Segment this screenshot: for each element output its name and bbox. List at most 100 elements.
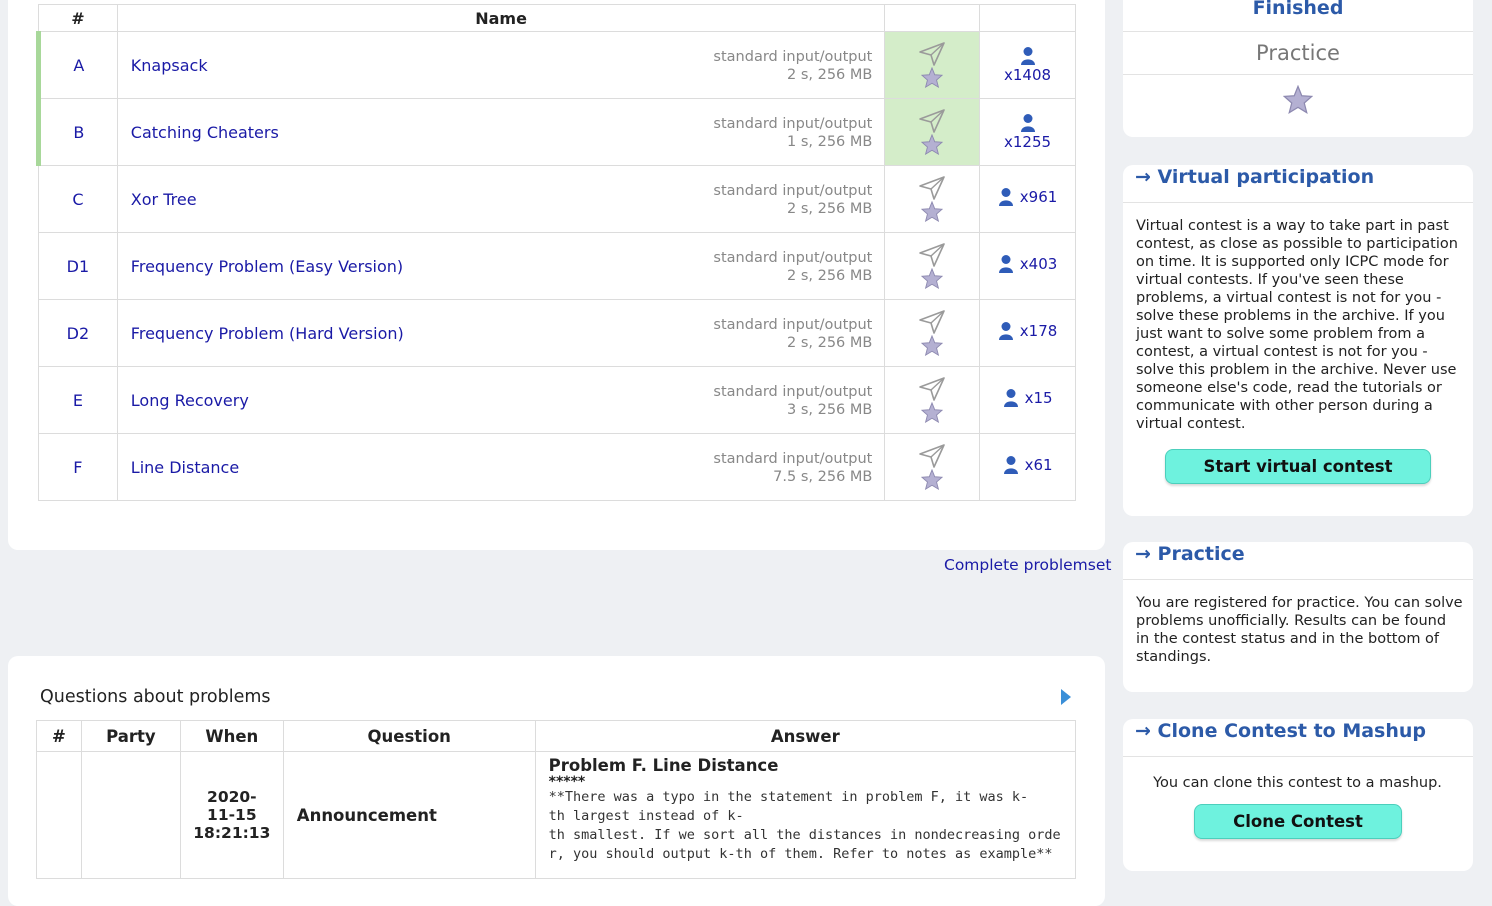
user-icon — [1020, 47, 1035, 65]
problem-id[interactable]: F — [38, 433, 118, 501]
problem-name-cell: Frequency Problem (Hard Version) standard… — [116, 299, 886, 367]
answer-stars: ***** — [548, 774, 586, 790]
paper-plane-icon[interactable] — [918, 310, 946, 334]
problem-io: standard input/output — [713, 317, 873, 333]
virtual-participation-box: → Virtual participation Virtual contest … — [1123, 165, 1473, 516]
questions-table: # Party When Question Answer 2020- 11-15… — [36, 720, 1077, 879]
virtual-participation-text: Virtual contest is a way to take part in… — [1136, 218, 1458, 432]
problem-id[interactable]: D2 — [38, 299, 118, 367]
problem-row: A Knapsack standard input/output 2 s, 256 M… — [36, 31, 1076, 99]
problem-solvers[interactable]: x1408 — [979, 31, 1076, 99]
problem-time-memory: 2 s, 256 MB — [787, 335, 873, 351]
problem-id[interactable]: D1 — [38, 232, 118, 300]
paper-plane-icon[interactable] — [918, 444, 946, 468]
paper-plane-icon[interactable] — [918, 109, 946, 133]
virtual-participation-title: → Virtual participation — [1123, 165, 1473, 203]
problem-id-link[interactable]: B — [73, 123, 84, 142]
problem-name-link[interactable]: Long Recovery — [131, 391, 249, 410]
problem-name-cell: Xor Tree standard input/output 2 s, 256 MB — [116, 165, 886, 233]
problem-time-memory: 2 s, 256 MB — [787, 201, 873, 217]
problem-actions — [884, 366, 981, 434]
triangle-right-icon[interactable] — [1060, 688, 1072, 706]
problem-name-link[interactable]: Knapsack — [131, 56, 208, 75]
problem-solvers[interactable]: x961 — [979, 165, 1076, 233]
problem-name-link[interactable]: Frequency Problem (Hard Version) — [131, 324, 404, 343]
problem-id-link[interactable]: A — [73, 56, 84, 75]
clone-contest-title: → Clone Contest to Mashup — [1123, 719, 1473, 757]
problem-io: standard input/output — [713, 116, 873, 132]
solvers-count[interactable]: x403 — [1020, 255, 1058, 273]
problem-solvers[interactable]: x1255 — [979, 98, 1076, 166]
q-col-question: Question — [282, 720, 536, 752]
solvers-count[interactable]: x61 — [1025, 456, 1053, 474]
problem-id-link[interactable]: F — [73, 458, 82, 477]
problem-id[interactable]: B — [36, 98, 118, 166]
problem-id-link[interactable]: E — [73, 391, 83, 410]
problem-name-cell: Frequency Problem (Easy Version) standard… — [116, 232, 886, 300]
problem-limits: standard input/output 3 s, 256 MB — [713, 383, 872, 419]
answer-line-2: th largest instead of k- — [548, 808, 744, 824]
paper-plane-icon[interactable] — [918, 243, 946, 267]
problem-limits: standard input/output 2 s, 256 MB — [713, 182, 872, 218]
problem-id[interactable]: C — [38, 165, 118, 233]
problem-id[interactable]: E — [38, 366, 118, 434]
problem-io: standard input/output — [713, 183, 873, 199]
problem-row: E Long Recovery standard input/output 3 s, … — [38, 366, 1076, 434]
star-icon[interactable] — [921, 334, 944, 357]
solvers-count[interactable]: x1408 — [1004, 66, 1051, 84]
problem-actions — [884, 98, 981, 166]
solvers-count[interactable]: x961 — [1020, 188, 1058, 206]
problem-actions — [884, 165, 981, 233]
problem-solvers[interactable]: x178 — [979, 299, 1076, 367]
col-name-header: Name — [116, 4, 886, 32]
status-practice: Practice — [1256, 41, 1340, 65]
problem-name-cell: Knapsack standard input/output 2 s, 256 MB — [116, 31, 886, 99]
question-text: Announcement — [282, 751, 536, 879]
q-col-num: # — [36, 720, 82, 752]
problem-time-memory: 3 s, 256 MB — [787, 402, 873, 418]
solvers-count[interactable]: x178 — [1020, 322, 1058, 340]
complete-problemset-link[interactable]: Complete problemset — [944, 556, 1111, 574]
problem-row: D2 Frequency Problem (Hard Version) standa… — [38, 299, 1076, 367]
problem-actions — [884, 433, 981, 501]
q-col-answer: Answer — [534, 720, 1077, 752]
clone-contest-button[interactable]: Clone Contest — [1194, 804, 1402, 839]
problem-name-link[interactable]: Catching Cheaters — [131, 123, 279, 142]
problem-limits: standard input/output 2 s, 256 MB — [713, 249, 872, 285]
paper-plane-icon[interactable] — [918, 42, 946, 66]
problem-name-link[interactable]: Xor Tree — [131, 190, 197, 209]
answer-line-4: r, you should output k-th of them. Refer… — [548, 846, 1053, 862]
paper-plane-icon[interactable] — [918, 377, 946, 401]
practice-box: → Practice You are registered for practi… — [1123, 542, 1473, 692]
problem-solvers[interactable]: x15 — [979, 366, 1076, 434]
problem-limits: standard input/output 1 s, 256 MB — [713, 115, 872, 151]
start-virtual-contest-button[interactable]: Start virtual contest — [1165, 449, 1431, 484]
user-icon — [1003, 389, 1018, 407]
problem-name-link[interactable]: Line Distance — [131, 458, 239, 477]
problem-solvers[interactable]: x61 — [979, 433, 1076, 501]
practice-title: → Practice — [1123, 542, 1473, 580]
problem-id-link[interactable]: D2 — [67, 324, 90, 343]
star-icon[interactable] — [921, 133, 944, 156]
question-row: 2020- 11-15 18:21:13 Announcement Proble… — [36, 751, 1077, 879]
problem-id[interactable]: A — [36, 31, 118, 99]
paper-plane-icon[interactable] — [918, 176, 946, 200]
problem-id-link[interactable]: D1 — [67, 257, 90, 276]
star-icon[interactable] — [921, 66, 944, 89]
star-icon[interactable] — [921, 200, 944, 223]
problem-name-link[interactable]: Frequency Problem (Easy Version) — [131, 257, 403, 276]
solvers-count[interactable]: x1255 — [1004, 133, 1051, 151]
practice-text: You are registered for practice. You can… — [1136, 595, 1463, 665]
q-col-when: When — [179, 720, 284, 752]
problem-io: standard input/output — [713, 250, 873, 266]
problem-solvers[interactable]: x403 — [979, 232, 1076, 300]
star-icon[interactable] — [921, 401, 944, 424]
problem-limits: standard input/output 2 s, 256 MB — [713, 316, 872, 352]
star-icon[interactable] — [1283, 85, 1313, 114]
solvers-count[interactable]: x15 — [1025, 389, 1053, 407]
problem-actions — [884, 31, 981, 99]
problem-io: standard input/output — [713, 384, 873, 400]
star-icon[interactable] — [921, 468, 944, 491]
problem-id-link[interactable]: C — [72, 190, 83, 209]
star-icon[interactable] — [921, 267, 944, 290]
